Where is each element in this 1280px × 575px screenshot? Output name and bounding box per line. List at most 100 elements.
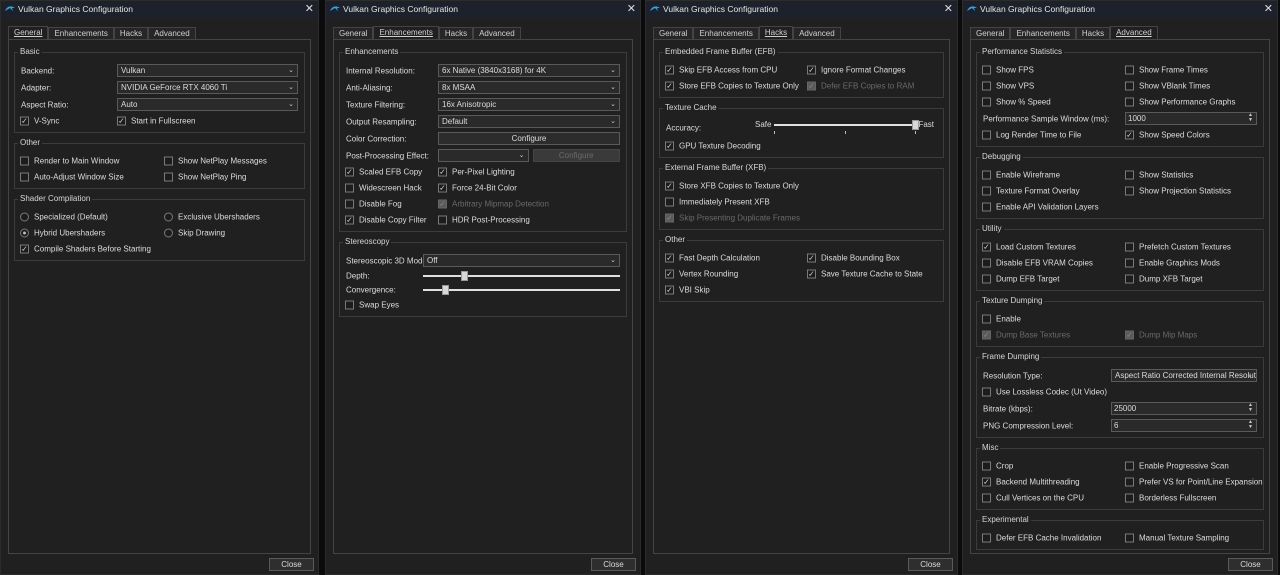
checkbox-v-sync[interactable]: ✓ V-Sync	[20, 116, 59, 126]
checkbox-enable-api-validation-layers[interactable]: Enable API Validation Layers	[982, 202, 1099, 212]
checkbox-show-vps[interactable]: Show VPS	[982, 81, 1034, 91]
checkbox-log-render-time-to-file[interactable]: Log Render Time to File	[982, 130, 1081, 140]
adapter-dropdown[interactable]: NVIDIA GeForce RTX 4060 Ti ⌄	[117, 81, 298, 94]
checkbox-dump-efb-target[interactable]: Dump EFB Target	[982, 274, 1059, 284]
spin-arrows-icon[interactable]: ▲ ▼	[1248, 420, 1253, 430]
resolution-type-dropdown[interactable]: Aspect Ratio Corrected Internal Resoluti…	[1111, 369, 1257, 382]
checkbox-hdr-post-processing[interactable]: HDR Post-Processing	[438, 215, 530, 225]
checkbox-show-fps[interactable]: Show FPS	[982, 65, 1034, 75]
checkbox-compile-shaders-before-starting[interactable]: ✓ Compile Shaders Before Starting	[20, 244, 151, 254]
checkbox-manual-texture-sampling[interactable]: Manual Texture Sampling	[1125, 533, 1229, 543]
checkbox-vbi-skip[interactable]: ✓ VBI Skip	[665, 285, 710, 295]
close-icon[interactable]: ✕	[944, 2, 953, 15]
checkbox-prefetch-custom-textures[interactable]: Prefetch Custom Textures	[1125, 242, 1231, 252]
png-compression-level-spinbox[interactable]: 6 ▲ ▼	[1111, 419, 1257, 432]
field-controls: Auto ⌄	[117, 98, 298, 111]
close-button[interactable]: Close	[269, 558, 314, 571]
checkbox-per-pixel-lighting[interactable]: ✓ Per-Pixel Lighting	[438, 167, 515, 177]
radio-exclusive-ubershaders[interactable]: Exclusive Ubershaders	[164, 212, 260, 222]
checkbox-enable-progressive-scan[interactable]: Enable Progressive Scan	[1125, 461, 1229, 471]
close-icon[interactable]: ✕	[627, 2, 636, 15]
close-button[interactable]: Close	[591, 558, 636, 571]
checkbox-show-speed-colors[interactable]: ✓ Show Speed Colors	[1125, 130, 1210, 140]
checkbox-enable[interactable]: Enable	[982, 314, 1021, 324]
radio-hybrid-ubershaders[interactable]: Hybrid Ubershaders	[20, 228, 105, 238]
anti-aliasing-dropdown[interactable]: 8x MSAA ⌄	[438, 81, 620, 94]
slider-thumb[interactable]	[461, 271, 469, 281]
title-bar[interactable]: Vulkan Graphics Configuration ✕	[1, 1, 318, 18]
radio-specialized-default[interactable]: Specialized (Default)	[20, 212, 108, 222]
slider-thumb[interactable]	[441, 285, 449, 295]
checkbox-show-netplay-ping[interactable]: Show NetPlay Ping	[164, 172, 246, 182]
checkbox-show-netplay-messages[interactable]: Show NetPlay Messages	[164, 156, 267, 166]
performance-sample-window-ms-spinbox[interactable]: 1000 ▲ ▼	[1125, 112, 1257, 125]
checkbox-store-xfb-copies-to-texture-only[interactable]: ✓ Store XFB Copies to Texture Only	[665, 181, 799, 191]
checkbox-skip-efb-access-from-cpu[interactable]: ✓ Skip EFB Access from CPU	[665, 65, 777, 75]
checkbox-vertex-rounding[interactable]: ✓ Vertex Rounding	[665, 269, 738, 279]
checkbox-defer-efb-cache-invalidation[interactable]: Defer EFB Cache Invalidation	[982, 533, 1101, 543]
checkbox-immediately-present-xfb[interactable]: Immediately Present XFB	[665, 197, 770, 207]
checkbox-show-frame-times[interactable]: Show Frame Times	[1125, 65, 1208, 75]
depth-slider[interactable]	[423, 271, 620, 281]
checkbox-disable-copy-filter[interactable]: ✓ Disable Copy Filter	[345, 215, 427, 225]
checkbox-scaled-efb-copy[interactable]: ✓ Scaled EFB Copy	[345, 167, 422, 177]
configure-button[interactable]: Configure	[438, 132, 620, 145]
close-icon[interactable]: ✕	[1264, 2, 1273, 15]
checkbox-auto-adjust-window-size[interactable]: Auto-Adjust Window Size	[20, 172, 124, 182]
checkbox-widescreen-hack[interactable]: Widescreen Hack	[345, 183, 422, 193]
spin-arrows-icon[interactable]: ▲ ▼	[1248, 403, 1253, 413]
texture-filtering-dropdown[interactable]: 16x Anisotropic ⌄	[438, 98, 620, 111]
post-processing-effect-dropdown[interactable]: ⌄	[438, 149, 529, 162]
checkbox-cull-vertices-on-the-cpu[interactable]: Cull Vertices on the CPU	[982, 493, 1084, 503]
close-icon[interactable]: ✕	[305, 2, 314, 15]
tab-hacks[interactable]: Hacks	[758, 26, 794, 40]
title-bar[interactable]: Vulkan Graphics Configuration ✕	[963, 1, 1277, 18]
checkbox-save-texture-cache-to-state[interactable]: ✓ Save Texture Cache to State	[807, 269, 923, 279]
checkbox-start-in-fullscreen[interactable]: ✓ Start in Fullscreen	[117, 116, 195, 126]
checkbox-fast-depth-calculation[interactable]: ✓ Fast Depth Calculation	[665, 253, 760, 263]
checkbox-enable-graphics-mods[interactable]: Enable Graphics Mods	[1125, 258, 1220, 268]
checkbox-load-custom-textures[interactable]: ✓ Load Custom Textures	[982, 242, 1076, 252]
checkbox-backend-multithreading[interactable]: ✓ Backend Multithreading	[982, 477, 1080, 487]
convergence-slider[interactable]	[423, 285, 620, 295]
checkbox-dump-xfb-target[interactable]: Dump XFB Target	[1125, 274, 1202, 284]
checkbox-force-24-bit-color[interactable]: ✓ Force 24-Bit Color	[438, 183, 517, 193]
title-bar[interactable]: Vulkan Graphics Configuration ✕	[326, 1, 640, 18]
checkbox-prefer-vs-for-point-line-expansion[interactable]: Prefer VS for Point/Line Expansion	[1125, 477, 1263, 487]
checkbox-borderless-fullscreen[interactable]: Borderless Fullscreen	[1125, 493, 1216, 503]
close-button[interactable]: Close	[1228, 558, 1273, 571]
checkbox-gpu-texture-decoding[interactable]: ✓ GPU Texture Decoding	[665, 141, 761, 151]
tab-advanced[interactable]: Advanced	[1110, 26, 1158, 40]
stereoscopic-3d-mode-dropdown[interactable]: Off ⌄	[423, 254, 620, 267]
checkbox-row: ✓ Store XFB Copies to Texture Only	[664, 178, 937, 194]
aspect-ratio-dropdown[interactable]: Auto ⌄	[117, 98, 298, 111]
checkbox-render-to-main-window[interactable]: Render to Main Window	[20, 156, 119, 166]
tab-general[interactable]: General	[8, 26, 49, 40]
checkbox-show-performance-graphs[interactable]: Show Performance Graphs	[1125, 97, 1236, 107]
checkbox-store-efb-copies-to-texture-only[interactable]: ✓ Store EFB Copies to Texture Only	[665, 81, 799, 91]
slider-thumb[interactable]	[912, 120, 920, 130]
bitrate-kbps-spinbox[interactable]: 25000 ▲ ▼	[1111, 402, 1257, 415]
checkbox-disable-bounding-box[interactable]: ✓ Disable Bounding Box	[807, 253, 900, 263]
checkbox-disable-efb-vram-copies[interactable]: Disable EFB VRAM Copies	[982, 258, 1093, 268]
radio-skip-drawing[interactable]: Skip Drawing	[164, 228, 225, 238]
checkbox-enable-wireframe[interactable]: Enable Wireframe	[982, 170, 1060, 180]
checkbox-swap-eyes[interactable]: Swap Eyes	[345, 300, 399, 310]
internal-resolution-dropdown[interactable]: 6x Native (3840x3168) for 4K ⌄	[438, 64, 620, 77]
checkbox-show-statistics[interactable]: Show Statistics	[1125, 170, 1193, 180]
accuracy-slider[interactable]	[774, 120, 920, 134]
title-bar[interactable]: Vulkan Graphics Configuration ✕	[646, 1, 957, 18]
checkbox-show-vblank-times[interactable]: Show VBlank Times	[1125, 81, 1210, 91]
close-button[interactable]: Close	[908, 558, 953, 571]
checkbox-use-lossless-codec-ut-video[interactable]: Use Lossless Codec (Ut Video)	[982, 387, 1107, 397]
checkbox-disable-fog[interactable]: Disable Fog	[345, 199, 402, 209]
checkbox-crop[interactable]: Crop	[982, 461, 1013, 471]
checkbox-texture-format-overlay[interactable]: Texture Format Overlay	[982, 186, 1080, 196]
tab-enhancements[interactable]: Enhancements	[373, 26, 439, 40]
backend-dropdown[interactable]: Vulkan ⌄	[117, 64, 298, 77]
output-resampling-dropdown[interactable]: Default ⌄	[438, 115, 620, 128]
checkbox-show-speed[interactable]: Show % Speed	[982, 97, 1051, 107]
checkbox-ignore-format-changes[interactable]: ✓ Ignore Format Changes	[807, 65, 906, 75]
checkbox-show-projection-statistics[interactable]: Show Projection Statistics	[1125, 186, 1231, 196]
spin-arrows-icon[interactable]: ▲ ▼	[1248, 113, 1253, 123]
